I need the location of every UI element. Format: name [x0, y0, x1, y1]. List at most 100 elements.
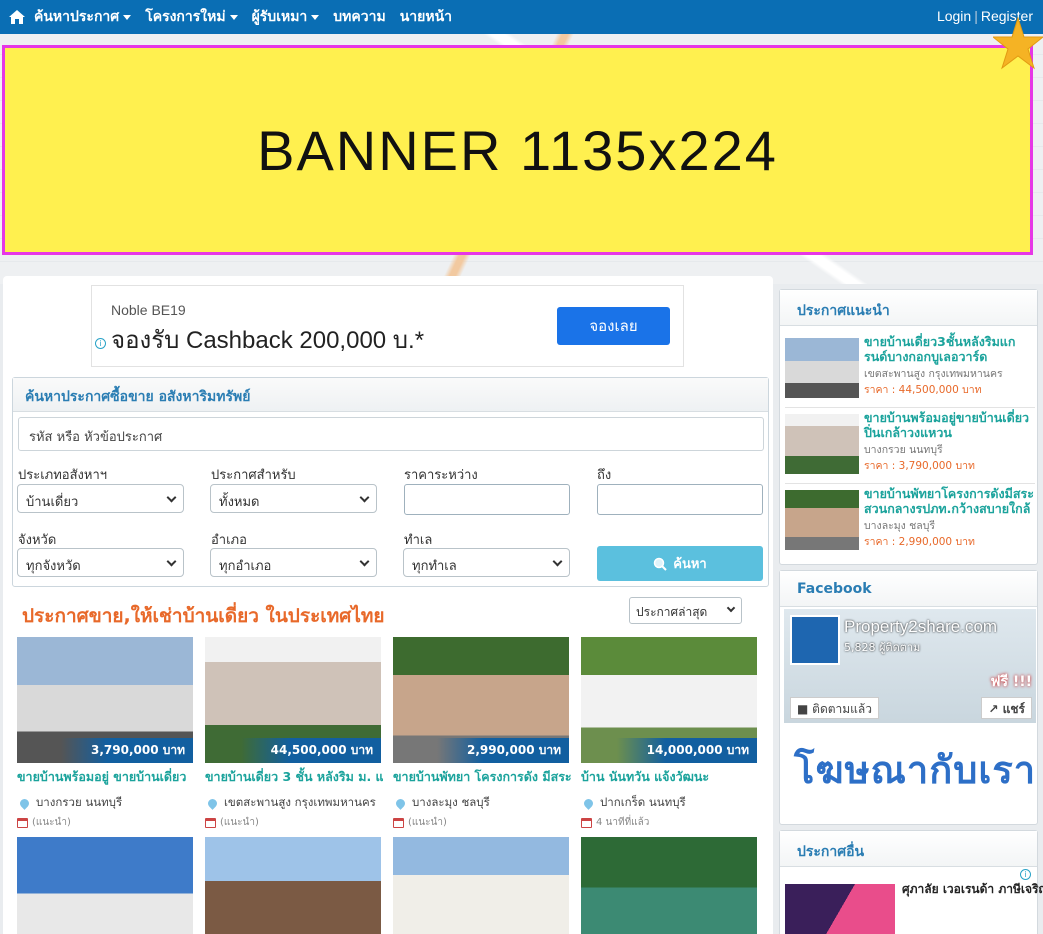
- chevron-down-icon: [359, 556, 370, 567]
- listing-title-link[interactable]: ขายบ้านพัทยา โครงการดัง มีสระ: [393, 767, 571, 787]
- location-text: บางละมุง ชลบุรี: [412, 795, 490, 809]
- time-text: (แนะนำ): [408, 817, 447, 828]
- listing-time: (แนะนำ): [205, 815, 383, 830]
- fb-share-button[interactable]: ↗ แชร์: [981, 697, 1032, 719]
- follow-label: ติดตามแล้ว: [812, 702, 873, 716]
- chevron-down-icon: [166, 556, 177, 567]
- facebook-page-widget[interactable]: Property2share.com 5,828 ผู้ติดตาม ฟรี !…: [784, 609, 1036, 723]
- listing-card[interactable]: [581, 837, 759, 934]
- search-panel: ค้นหาประกาศซื้อขาย อสังหาริมทรัพย์ รหัส …: [12, 377, 769, 587]
- banner-ad[interactable]: BANNER 1135x224: [2, 45, 1033, 255]
- recommended-thumb[interactable]: [785, 490, 859, 550]
- chevron-down-icon: [726, 603, 736, 613]
- for-label: ประกาศสำหรับ: [211, 468, 296, 483]
- other-listing-link[interactable]: ศุภาลัย เวอเรนด้า ภาษีเจริญ: [902, 880, 1043, 899]
- caret-down-icon: [123, 14, 132, 20]
- recommended-thumb[interactable]: [785, 414, 859, 474]
- listing-title-link[interactable]: ขายบ้านเดี่ยว 3 ชั้น หลังริม ม. แก: [205, 767, 383, 787]
- recommended-item[interactable]: ขายบ้านพัทยาโครงการดังมีสระสวนกลางรปภท.ก…: [785, 486, 1035, 556]
- other-listing-thumb[interactable]: [785, 884, 895, 934]
- listing-card[interactable]: 14,000,000 บาท บ้าน นันทวัน แจ้งวัฒนะ ปา…: [581, 637, 759, 830]
- home-icon[interactable]: [0, 9, 34, 25]
- location-pin-icon: [394, 796, 407, 810]
- select-value: ประกาศล่าสุด: [636, 605, 708, 619]
- listing-card[interactable]: 2,990,000 บาท ขายบ้านพัทยา โครงการดัง มี…: [393, 637, 571, 830]
- price-min-input[interactable]: [404, 484, 570, 515]
- property-type-select[interactable]: บ้านเดี่ยว: [17, 484, 184, 513]
- recommended-location: เขตสะพานสูง กรุงเทพมหานคร: [864, 368, 1003, 380]
- ad-book-button[interactable]: จองเลย: [557, 307, 670, 345]
- calendar-icon: [581, 817, 592, 828]
- listing-card[interactable]: 3,790,000 บาท ขายบ้านพร้อมอยู่ ขายบ้านเด…: [17, 637, 195, 830]
- listing-price: 2,990,000 บาท: [436, 738, 569, 763]
- recommended-item[interactable]: ขายบ้านเดี่ยว3ชั้นหลังริมแกรนด์บางกอกบูเ…: [785, 334, 1035, 404]
- listing-price: 14,000,000 บาท: [616, 738, 757, 763]
- fb-follow-button[interactable]: ■ ติดตามแล้ว: [790, 697, 880, 719]
- sponsored-ad[interactable]: Noble BE19 จองรับ Cashback 200,000 บ.* จ…: [91, 285, 684, 367]
- keyword-input[interactable]: รหัส หรือ หัวข้อประกาศ: [18, 417, 764, 451]
- recommended-link[interactable]: ขายบ้านพร้อมอยู่ขายบ้านเดี่ยวปิ่นเกล้าวง…: [864, 410, 1036, 440]
- select-value: ทุกจังหวัด: [26, 559, 81, 574]
- ad-info-icon[interactable]: i: [1020, 869, 1031, 880]
- time-text: 4 นาทีที่แล้ว: [596, 817, 650, 828]
- listing-photo[interactable]: 3,790,000 บาท: [17, 637, 193, 763]
- calendar-icon: [393, 817, 404, 828]
- listing-card[interactable]: 44,500,000 บาท ขายบ้านเดี่ยว 3 ชั้น หลัง…: [205, 637, 383, 830]
- auth-separator: |: [974, 8, 978, 24]
- divider: [785, 407, 1035, 408]
- province-label: จังหวัด: [18, 533, 57, 548]
- share-label: แชร์: [1002, 702, 1025, 716]
- listing-location: เขตสะพานสูง กรุงเทพมหานคร: [205, 794, 383, 812]
- advertise-with-us[interactable]: โฆษณากับเรา: [794, 739, 1036, 800]
- province-select[interactable]: ทุกจังหวัด: [17, 548, 184, 577]
- chevron-down-icon: [166, 492, 177, 503]
- listing-title: ประกาศขาย,ให้เช่าบ้านเดี่ยว ในประเทศไทย: [22, 605, 385, 627]
- banner-text: BANNER 1135x224: [257, 118, 778, 182]
- recommended-link[interactable]: ขายบ้านพัทยาโครงการดังมีสระสวนกลางรปภท.ก…: [864, 486, 1036, 516]
- recommended-location: บางละมุง ชลบุรี: [864, 520, 936, 532]
- divider: [785, 483, 1035, 484]
- listing-photo[interactable]: 14,000,000 บาท: [581, 637, 757, 763]
- ad-brand: Noble BE19: [111, 302, 186, 318]
- recommended-link[interactable]: ขายบ้านเดี่ยว3ชั้นหลังริมแกรนด์บางกอกบูเ…: [864, 334, 1036, 364]
- facebook-icon: ■: [797, 702, 813, 716]
- listing-photo[interactable]: [205, 837, 381, 934]
- listing-card[interactable]: [205, 837, 383, 934]
- nav-agents[interactable]: นายหน้า: [400, 6, 452, 28]
- price-max-input[interactable]: [597, 484, 763, 515]
- listing-photo[interactable]: 44,500,000 บาท: [205, 637, 381, 763]
- listing-photo[interactable]: [581, 837, 757, 934]
- top-navbar: ค้นหาประกาศ โครงการใหม่ ผู้รับเหมา บทควา…: [0, 0, 1043, 34]
- search-panel-title: ค้นหาประกาศซื้อขาย อสังหาริมทรัพย์: [13, 378, 768, 412]
- recommended-price: ราคา : 44,500,000 บาท: [864, 384, 982, 396]
- nav-new-projects[interactable]: โครงการใหม่: [145, 6, 238, 28]
- facebook-panel: Facebook Property2share.com 5,828 ผู้ติด…: [779, 570, 1038, 825]
- district-select[interactable]: ทุกอำเภอ: [210, 548, 377, 577]
- login-link[interactable]: Login: [937, 8, 971, 24]
- page-logo: [790, 615, 840, 665]
- listing-card[interactable]: [393, 837, 571, 934]
- listing-photo[interactable]: [393, 837, 569, 934]
- location-pin-icon: [582, 796, 595, 810]
- location-select[interactable]: ทุกทำเล: [403, 548, 570, 577]
- listing-for-select[interactable]: ทั้งหมด: [210, 484, 377, 513]
- sort-select[interactable]: ประกาศล่าสุด: [629, 597, 742, 624]
- listing-photo[interactable]: 2,990,000 บาท: [393, 637, 569, 763]
- nav-contractors[interactable]: ผู้รับเหมา: [252, 6, 320, 28]
- fb-page-name[interactable]: Property2share.com: [844, 617, 997, 637]
- listing-photo[interactable]: [17, 837, 193, 934]
- nav-label: ผู้รับเหมา: [251, 8, 308, 24]
- nav-search-listings[interactable]: ค้นหาประกาศ: [34, 6, 132, 28]
- recommended-item[interactable]: ขายบ้านพร้อมอยู่ขายบ้านเดี่ยวปิ่นเกล้าวง…: [785, 410, 1035, 480]
- star-icon[interactable]: [993, 16, 1043, 76]
- listing-card[interactable]: [17, 837, 195, 934]
- listing-title-link[interactable]: บ้าน นันทวัน แจ้งวัฒนะ: [581, 767, 759, 787]
- nav-label: โครงการใหม่: [145, 8, 226, 24]
- listing-title-link[interactable]: ขายบ้านพร้อมอยู่ ขายบ้านเดี่ยว: [17, 767, 195, 787]
- nav-articles[interactable]: บทความ: [333, 6, 385, 28]
- time-text: (แนะนำ): [32, 817, 71, 828]
- ad-info-icon[interactable]: i: [95, 338, 106, 349]
- recommended-panel: ประกาศแนะนำ ขายบ้านเดี่ยว3ชั้นหลังริมแกร…: [779, 289, 1038, 565]
- search-button[interactable]: ค้นหา: [597, 546, 763, 581]
- recommended-thumb[interactable]: [785, 338, 859, 398]
